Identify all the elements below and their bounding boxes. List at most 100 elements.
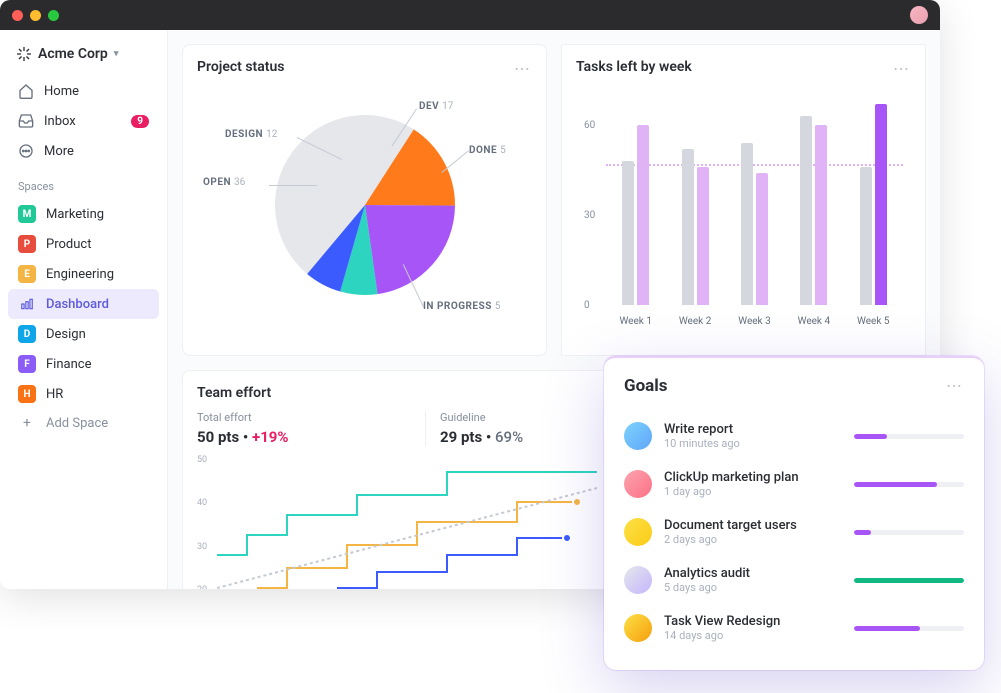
workspace-icon: [16, 46, 32, 62]
sidebar-item-engineering[interactable]: EEngineering: [8, 259, 159, 289]
space-label: Dashboard: [46, 297, 109, 312]
maximize-window-icon[interactable]: [48, 10, 59, 21]
x-tick-label: Week 2: [679, 316, 712, 327]
bar-group: [860, 104, 887, 305]
y-tick-label: 60: [584, 120, 595, 131]
pie-label: DEV17: [419, 101, 453, 112]
x-tick-label: Week 4: [798, 316, 831, 327]
project-status-card: Project status ⋯ OPEN36DESIGN12DEV17DONE…: [182, 44, 547, 356]
goal-row[interactable]: Write report10 minutes ago: [624, 412, 964, 460]
close-window-icon[interactable]: [12, 10, 23, 21]
nav-label: Inbox: [44, 114, 76, 129]
tasks-left-card: Tasks left by week ⋯ 03060Week 1Week 2We…: [561, 44, 926, 356]
bar: [756, 173, 768, 305]
minimize-window-icon[interactable]: [30, 10, 41, 21]
spaces-label: Spaces: [8, 166, 159, 199]
goal-info: ClickUp marketing plan1 day ago: [664, 470, 842, 498]
nav-more[interactable]: More: [8, 136, 159, 166]
goal-row[interactable]: Document target users2 days ago: [624, 508, 964, 556]
line-endpoint: [573, 498, 581, 506]
bar: [741, 143, 753, 305]
sidebar-item-design[interactable]: DDesign: [8, 319, 159, 349]
titlebar: [0, 0, 940, 30]
stat-label: Total effort: [197, 411, 425, 424]
x-tick-label: Week 1: [619, 316, 652, 327]
y-tick-label: 0: [584, 300, 590, 311]
goal-name: Document target users: [664, 518, 842, 533]
stat-value: 50 pts: [197, 428, 239, 446]
goals-menu-button[interactable]: ⋯: [946, 376, 964, 395]
user-avatar[interactable]: [910, 6, 928, 24]
pie-leader-line: [269, 185, 317, 186]
x-tick-label: Week 5: [857, 316, 890, 327]
sidebar-item-finance[interactable]: F Finance: [8, 349, 159, 379]
progress-fill: [854, 434, 887, 439]
bar: [860, 167, 872, 305]
goal-info: Document target users2 days ago: [664, 518, 842, 546]
y-tick-label: 20: [197, 585, 207, 589]
add-space-label: Add Space: [46, 416, 108, 431]
card-title: Tasks left by week: [576, 59, 911, 75]
sidebar-item-product[interactable]: P Product: [8, 229, 159, 259]
goal-info: Task View Redesign14 days ago: [664, 614, 842, 642]
sidebar: Acme Corp ▾ Home Inbox 9 More Spaces MMa…: [0, 30, 168, 589]
sidebar-item-dashboard[interactable]: Dashboard: [8, 289, 159, 319]
goals-card: Goals ⋯ Write report10 minutes agoClickU…: [604, 356, 984, 670]
more-icon: [18, 143, 34, 159]
goal-time: 5 days ago: [664, 581, 842, 594]
space-letter-icon: F: [18, 355, 36, 373]
goal-name: Write report: [664, 422, 842, 437]
nav-inbox[interactable]: Inbox 9: [8, 106, 159, 136]
bar: [800, 116, 812, 305]
space-letter-icon: D: [18, 325, 36, 343]
bar-group: [622, 125, 649, 305]
progress-bar: [854, 482, 964, 487]
goal-name: ClickUp marketing plan: [664, 470, 842, 485]
avatar: [624, 518, 652, 546]
goal-time: 14 days ago: [664, 629, 842, 642]
bar: [875, 104, 887, 305]
y-tick-label: 50: [197, 455, 207, 465]
progress-bar: [854, 434, 964, 439]
bar: [622, 161, 634, 305]
stat-delta: +19%: [252, 428, 288, 446]
progress-fill: [854, 530, 871, 535]
pie-label: DONE5: [469, 145, 506, 156]
bar: [815, 125, 827, 305]
progress-fill: [854, 626, 920, 631]
stat-pct: 69%: [495, 428, 523, 446]
goal-row[interactable]: Analytics audit5 days ago: [624, 556, 964, 604]
stat-value: 29 pts: [440, 428, 482, 446]
x-labels: Week 1Week 2Week 3Week 4Week 5: [606, 316, 903, 327]
goal-row[interactable]: Task View Redesign14 days ago: [624, 604, 964, 652]
goal-row[interactable]: ClickUp marketing plan1 day ago: [624, 460, 964, 508]
space-label: Product: [46, 237, 91, 252]
chevron-down-icon: ▾: [114, 49, 119, 59]
y-tick-label: 40: [197, 498, 207, 508]
goal-name: Task View Redesign: [664, 614, 842, 629]
card-menu-button[interactable]: ⋯: [893, 59, 911, 78]
nav-home[interactable]: Home: [8, 76, 159, 106]
workspace-switcher[interactable]: Acme Corp ▾: [8, 42, 159, 66]
sidebar-item-marketing[interactable]: MMarketing: [8, 199, 159, 229]
home-icon: [18, 83, 34, 99]
space-letter-icon: H: [18, 385, 36, 403]
line-endpoint: [563, 534, 571, 542]
card-menu-button[interactable]: ⋯: [514, 59, 532, 78]
goal-name: Analytics audit: [664, 566, 842, 581]
goal-info: Write report10 minutes ago: [664, 422, 842, 450]
chart-icon: [18, 295, 36, 313]
add-space-button[interactable]: + Add Space: [8, 409, 159, 437]
stat-total: Total effort 50 pts • +19%: [197, 411, 425, 446]
bars-area: [606, 95, 903, 305]
progress-bar: [854, 578, 964, 583]
space-label: Finance: [46, 357, 91, 372]
pie-label: OPEN36: [203, 177, 245, 188]
sidebar-item-hr[interactable]: HHR: [8, 379, 159, 409]
bar: [637, 125, 649, 305]
space-letter-icon: P: [18, 235, 36, 253]
space-letter-icon: M: [18, 205, 36, 223]
goal-time: 1 day ago: [664, 485, 842, 498]
space-label: Engineering: [46, 267, 114, 282]
inbox-badge: 9: [131, 115, 149, 128]
